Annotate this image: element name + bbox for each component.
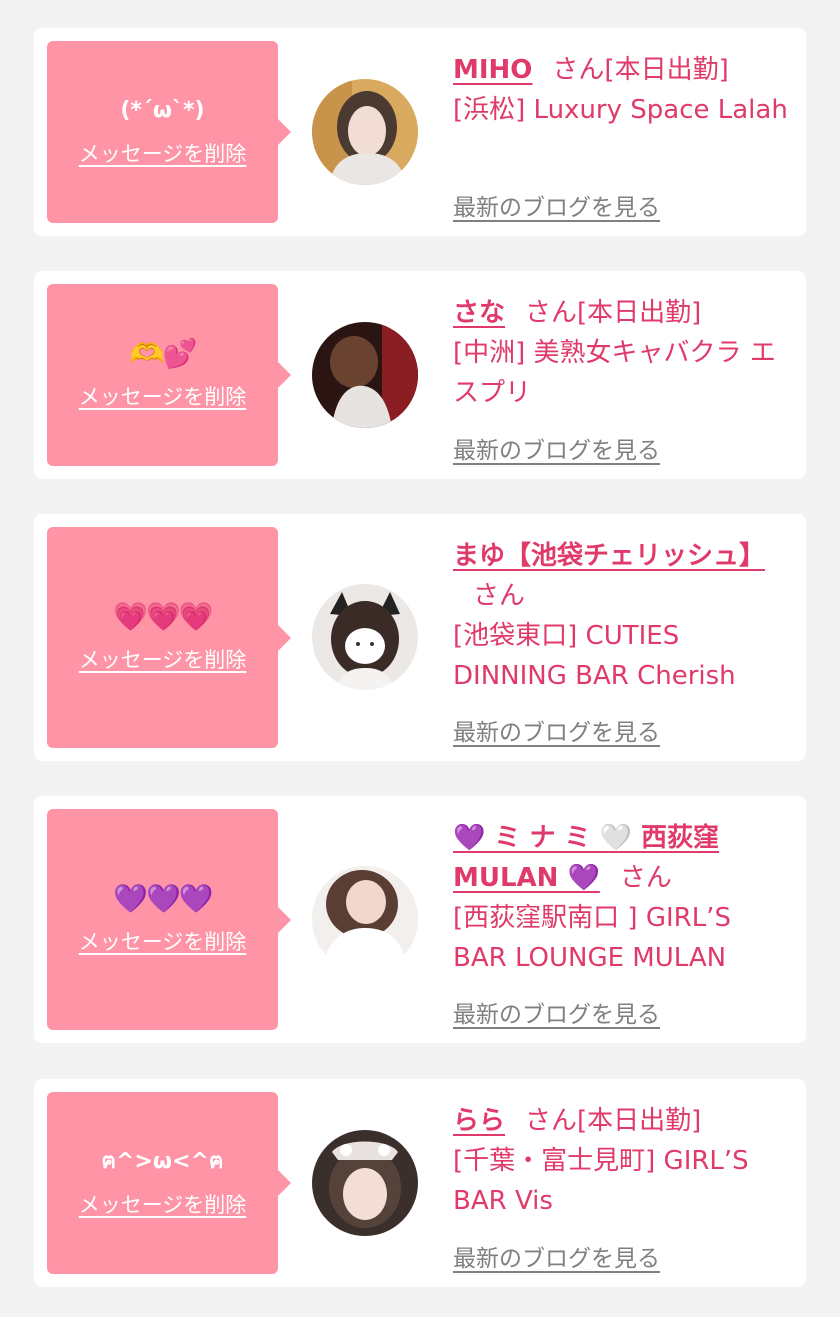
user-name-link[interactable]: さな <box>453 298 505 328</box>
user-suffix: さん[本日出勤] <box>525 1106 702 1136</box>
delete-message-link[interactable]: メッセージを削除 <box>79 926 247 956</box>
message-card: ฅ^>ω<^ฅ メッセージを削除 らら さん[本日出勤] [千葉・富士見町] GI… <box>34 1079 806 1287</box>
user-name-link[interactable]: らら <box>453 1106 505 1136</box>
card-info: まゆ【池袋チェリッシュ】さん [池袋東口] CUTIES DINNING BAR… <box>453 536 788 696</box>
message-card: 🫶💕 メッセージを削除 さな さん[本日出勤] [中洲] 美熟女キャバクラ エスプ… <box>34 271 806 479</box>
avatar[interactable] <box>312 79 418 185</box>
delete-message-link[interactable]: メッセージを削除 <box>79 1189 247 1219</box>
user-suffix: さん <box>473 581 526 611</box>
delete-message-link[interactable]: メッセージを削除 <box>79 644 247 674</box>
message-text: 🫶💕 <box>129 337 198 370</box>
user-suffix: さん[本日出勤] <box>525 298 702 328</box>
view-latest-blog-link[interactable]: 最新のブログを見る <box>453 995 660 1029</box>
view-latest-blog-link[interactable]: 最新のブログを見る <box>453 713 660 747</box>
shop-name: [中洲] 美熟女キャバクラ エスプリ <box>453 338 776 408</box>
shop-name: [西荻窪駅南口 ] GIRL’S BAR LOUNGE MULAN <box>453 903 731 973</box>
card-info: らら さん[本日出勤] [千葉・富士見町] GIRL’S BAR Vis <box>453 1101 788 1221</box>
user-suffix: さん <box>619 863 672 893</box>
message-text: 💗💗💗 <box>113 599 214 633</box>
message-card: (*´ω`*) メッセージを削除 MIHO さん[本日出勤] [浜松] Luxur… <box>34 28 806 236</box>
user-name-link[interactable]: 💜 ミ ナ ミ 🤍 西荻窪 MULAN 💜 <box>453 823 719 893</box>
avatar[interactable] <box>312 866 418 972</box>
avatar[interactable] <box>312 1130 418 1236</box>
message-text: 💜💜💜 <box>113 881 214 915</box>
user-suffix: さん[本日出勤] <box>552 55 729 85</box>
card-info: さな さん[本日出勤] [中洲] 美熟女キャバクラ エスプリ <box>453 293 788 413</box>
avatar[interactable] <box>312 584 418 690</box>
card-info: 💜 ミ ナ ミ 🤍 西荻窪 MULAN 💜 さん [西荻窪駅南口 ] GIRL’S… <box>453 818 788 978</box>
shop-name: [池袋東口] CUTIES DINNING BAR Cherish <box>453 621 736 691</box>
message-card: 💗💗💗 メッセージを削除 まゆ【池袋チェリッシュ】さん [池袋東口] CUTIE… <box>34 514 806 761</box>
view-latest-blog-link[interactable]: 最新のブログを見る <box>453 1239 660 1273</box>
avatar[interactable] <box>312 322 418 428</box>
card-info: MIHO さん[本日出勤] [浜松] Luxury Space Lalah <box>453 50 788 130</box>
view-latest-blog-link[interactable]: 最新のブログを見る <box>453 188 660 222</box>
user-name-link[interactable]: まゆ【池袋チェリッシュ】 <box>453 541 765 571</box>
message-bubble: 💗💗💗 メッセージを削除 <box>47 527 291 748</box>
message-text: (*´ω`*) <box>120 98 205 123</box>
delete-message-link[interactable]: メッセージを削除 <box>79 381 247 411</box>
message-text: ฅ^>ω<^ฅ <box>101 1149 224 1174</box>
delete-message-link[interactable]: メッセージを削除 <box>79 138 247 168</box>
message-bubble: 🫶💕 メッセージを削除 <box>47 284 291 466</box>
shop-name: [浜松] Luxury Space Lalah <box>453 95 788 125</box>
message-card: 💜💜💜 メッセージを削除 💜 ミ ナ ミ 🤍 西荻窪 MULAN 💜 さん [西荻… <box>34 796 806 1043</box>
user-name-link[interactable]: MIHO <box>453 55 532 85</box>
message-bubble: 💜💜💜 メッセージを削除 <box>47 809 291 1030</box>
message-bubble: ฅ^>ω<^ฅ メッセージを削除 <box>47 1092 291 1274</box>
view-latest-blog-link[interactable]: 最新のブログを見る <box>453 431 660 465</box>
shop-name: [千葉・富士見町] GIRL’S BAR Vis <box>453 1146 749 1216</box>
message-bubble: (*´ω`*) メッセージを削除 <box>47 41 291 223</box>
message-list: (*´ω`*) メッセージを削除 MIHO さん[本日出勤] [浜松] Luxur… <box>0 0 840 1317</box>
